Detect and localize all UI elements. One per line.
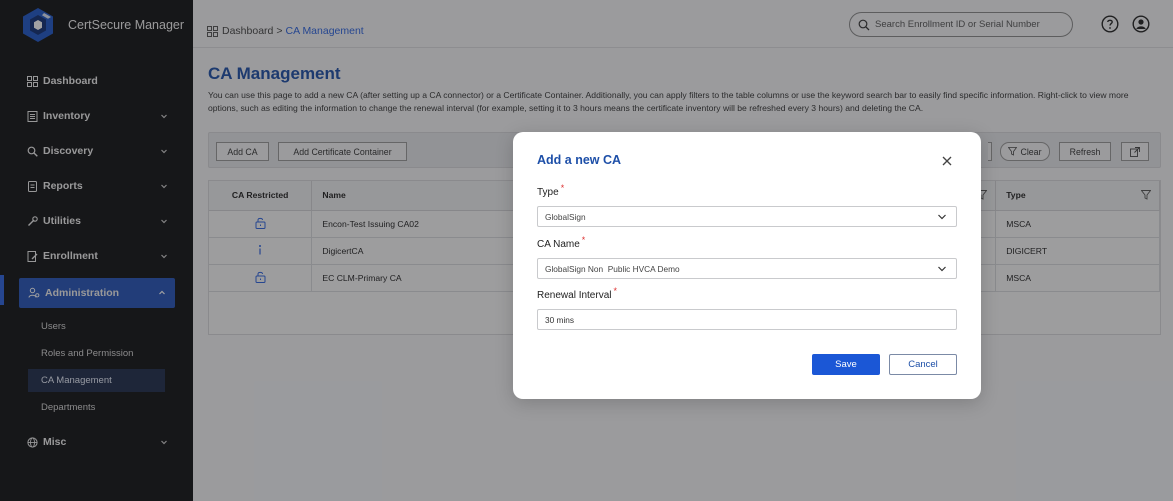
ca-name-select[interactable]: GlobalSign Non Public HVCA Demo xyxy=(537,258,957,279)
cancel-button[interactable]: Cancel xyxy=(889,354,957,375)
type-field-label: Type * xyxy=(537,183,564,198)
add-ca-modal: Add a new CA Type * GlobalSign CA Name * G… xyxy=(513,132,981,399)
type-select-value: GlobalSign xyxy=(545,211,586,222)
chevron-down-icon xyxy=(938,214,946,220)
required-mark: * xyxy=(560,183,565,193)
type-label-text: Type xyxy=(537,187,559,198)
close-icon[interactable] xyxy=(941,155,953,167)
chevron-down-icon xyxy=(938,266,946,272)
ca-name-label-text: CA Name xyxy=(537,239,580,250)
required-mark: * xyxy=(613,286,617,296)
type-select[interactable]: GlobalSign xyxy=(537,206,957,227)
ca-name-field-label: CA Name * xyxy=(537,235,585,250)
renewal-interval-field-label: Renewal Interval * xyxy=(537,286,617,301)
renewal-label-text: Renewal Interval xyxy=(537,290,612,301)
save-button[interactable]: Save xyxy=(812,354,880,375)
modal-title: Add a new CA xyxy=(537,153,622,167)
ca-name-select-value: GlobalSign Non Public HVCA Demo xyxy=(545,263,680,274)
renewal-interval-input[interactable] xyxy=(537,309,957,330)
required-mark: * xyxy=(581,235,586,245)
